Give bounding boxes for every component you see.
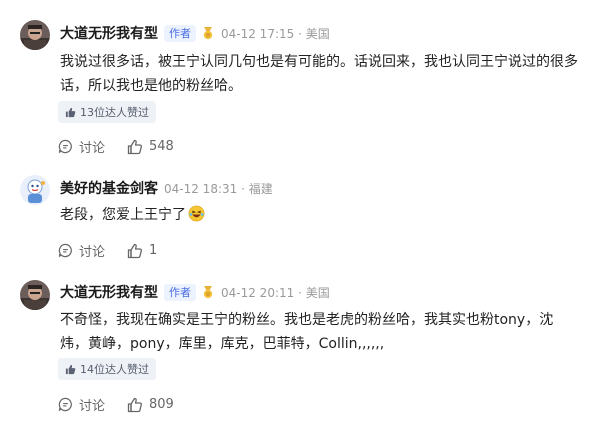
comment-text: 不奇怪，我现在确实是王宁的粉丝。我也是老虎的粉丝哈，我其实也粉tony，沈炜，黄… [60,312,554,352]
comment-1: 大道无形我有型 作者 04-12 17:15 · 美国 我说过很多话，被王宁认同… [0,0,600,138]
author-badge: 作者 [164,24,196,42]
thumbs-up-icon [127,243,143,258]
thumbs-up-icon [65,107,76,117]
comment-header: 美好的基金剑客 04-12 18:31 · 福建 [60,178,273,198]
comment-header: 大道无形我有型 作者 04-12 20:11 · 美国 [60,282,330,302]
comment-2-actions: 讨论 1 [58,241,179,260]
expert-likes-label: 14位达人赞过 [80,363,149,376]
username[interactable]: 大道无形我有型 [60,282,158,302]
gold-medal-icon [201,285,215,299]
comment-text-content: 老段，您爱上王宁了 [60,207,186,223]
timestamp-location: 04-12 20:11 · 美国 [221,285,330,300]
like-count: 548 [149,139,174,154]
comment-header: 大道无形我有型 作者 04-12 17:15 · 美国 [60,23,330,43]
laughing-emoji-icon [188,205,205,230]
discuss-button[interactable]: 讨论 [58,395,105,414]
expert-likes-chip[interactable]: 14位达人赞过 [58,358,156,380]
speech-bubble-icon [58,139,72,154]
comment-text: 我说过很多话，被王宁认同几句也是有可能的。话说回来，我也认同王宁说过的很多话，所… [60,54,578,94]
thumbs-up-icon [65,364,76,374]
gold-medal-icon [201,26,215,40]
comment-3: 大道无形我有型 作者 04-12 20:11 · 美国 不奇怪，我现在确实是王宁… [0,260,600,423]
username[interactable]: 美好的基金剑客 [60,178,158,198]
username[interactable]: 大道无形我有型 [60,23,158,43]
comment-1-actions: 讨论 548 [58,137,196,156]
avatar[interactable] [20,20,50,50]
discuss-button[interactable]: 讨论 [58,241,105,260]
avatar[interactable] [20,280,50,310]
discuss-label: 讨论 [79,141,106,156]
speech-bubble-icon [58,243,72,258]
comment-2: 美好的基金剑客 04-12 18:31 · 福建 老段，您爱上王宁了 讨论 1 [0,155,600,275]
like-button[interactable]: 809 [127,397,174,413]
comment-3-actions: 讨论 809 [58,395,196,414]
comment-text: 老段，您爱上王宁了 [60,203,580,230]
author-badge: 作者 [164,283,196,301]
expert-likes-chip[interactable]: 13位达人赞过 [58,101,156,123]
discuss-label: 讨论 [79,245,106,260]
thumbs-up-icon [127,397,143,412]
discuss-label: 讨论 [79,399,106,414]
speech-bubble-icon [58,397,72,412]
avatar[interactable] [20,175,50,205]
timestamp-location: 04-12 17:15 · 美国 [221,26,330,41]
thumbs-up-icon [127,139,143,154]
timestamp-location: 04-12 18:31 · 福建 [164,181,273,196]
like-button[interactable]: 548 [127,139,174,155]
expert-likes-label: 13位达人赞过 [80,106,149,119]
like-button[interactable]: 1 [127,243,157,259]
like-count: 1 [149,243,158,258]
discuss-button[interactable]: 讨论 [58,137,105,156]
like-count: 809 [149,397,174,412]
